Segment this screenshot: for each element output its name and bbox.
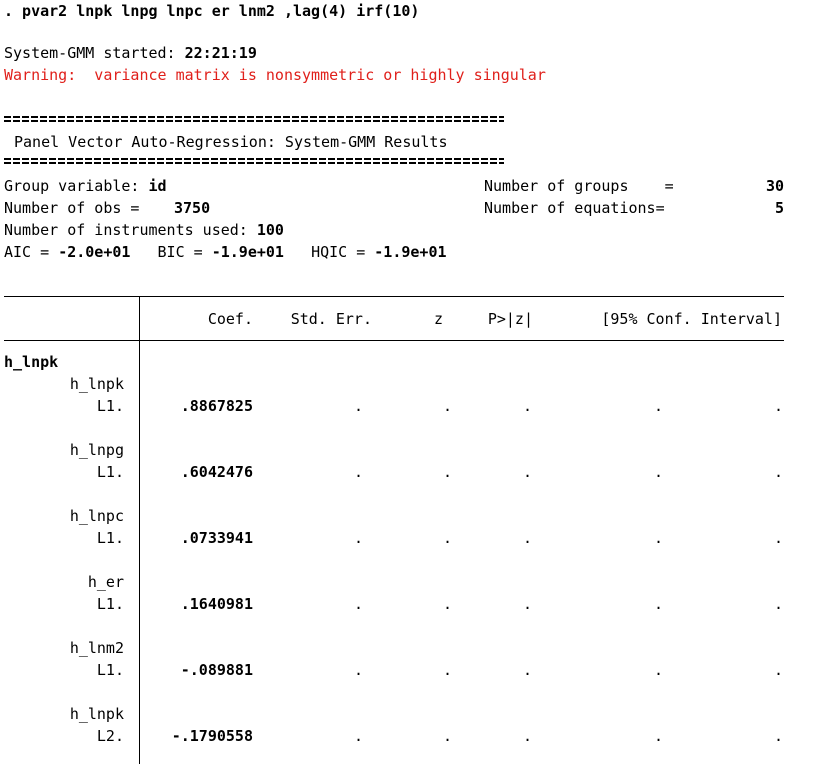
gmm-start-line: System-GMM started: 22:21:19: [4, 44, 257, 62]
group-variable-line: Group variable: id: [4, 177, 167, 195]
instruments-line: Number of instruments used: 100: [4, 221, 284, 239]
started-time: 22:21:19: [184, 44, 257, 62]
info-criteria-line: AIC = -2.0e+01 BIC = -1.9e+01 HQIC = -1.…: [4, 243, 447, 261]
bic-value: -1.9e+01: [211, 243, 284, 261]
row-lag-label: L1.: [96, 463, 124, 481]
ci-lower-value: .: [653, 595, 663, 613]
p-value: .: [522, 463, 532, 481]
coef-value: .0733941: [180, 529, 253, 547]
bic-label: BIC =: [157, 243, 212, 261]
ci-upper-value: .: [773, 529, 783, 547]
ci-lower-value: .: [653, 727, 663, 745]
std-err-value: .: [353, 727, 363, 745]
table-top-rule: [4, 296, 784, 297]
row-variable-label: h_lnpk: [69, 375, 124, 393]
hqic-value: -1.9e+01: [374, 243, 447, 261]
row-variable-label: h_lnpg: [69, 441, 124, 459]
header-std-err: Std. Err.: [290, 310, 372, 328]
num-obs-label: Number of obs =: [4, 199, 140, 217]
p-value: .: [522, 661, 532, 679]
coef-value: .8867825: [180, 397, 253, 415]
z-value: .: [442, 397, 452, 415]
row-variable-label: h_lnm2: [69, 639, 124, 657]
ci-lower-value: .: [653, 661, 663, 679]
instruments-label: Number of instruments used:: [4, 221, 257, 239]
group-variable-value: id: [148, 177, 167, 195]
hqic-label: HQIC =: [311, 243, 375, 261]
row-lag-label: L1.: [96, 595, 124, 613]
row-lag-label: L1.: [96, 661, 124, 679]
ci-upper-value: .: [773, 595, 783, 613]
header-p: P>|z|: [487, 310, 533, 328]
table-header-rule: [4, 340, 784, 341]
bottom-separator-2: [4, 162, 504, 164]
p-value: .: [522, 397, 532, 415]
std-err-value: .: [353, 463, 363, 481]
num-groups-label: Number of groups =: [484, 177, 674, 195]
ci-lower-value: .: [653, 397, 663, 415]
stata-results-window: { "command": ". pvar2 lnpk lnpg lnpc er …: [0, 0, 827, 764]
row-lag-label: L1.: [96, 529, 124, 547]
table-stub-divider: [139, 296, 140, 764]
instruments-value: 100: [256, 221, 284, 239]
results-title: Panel Vector Auto-Regression: System-GMM…: [14, 133, 448, 151]
command-line: . pvar2 lnpk lnpg lnpc er lnm2 ,lag(4) i…: [4, 2, 420, 20]
coef-value: .6042476: [180, 463, 253, 481]
header-z: z: [433, 310, 443, 328]
row-variable-label: h_er: [87, 573, 124, 591]
std-err-value: .: [353, 661, 363, 679]
std-err-value: .: [353, 529, 363, 547]
z-value: .: [442, 661, 452, 679]
equation-label: h_lnpk: [4, 353, 59, 371]
p-value: .: [522, 595, 532, 613]
coef-value: -.089881: [180, 661, 253, 679]
p-value: .: [522, 727, 532, 745]
num-equations-value: 5: [774, 199, 784, 217]
warning-message: Warning: variance matrix is nonsymmetric…: [4, 66, 546, 84]
ci-upper-value: .: [773, 661, 783, 679]
p-value: .: [522, 529, 532, 547]
z-value: .: [442, 727, 452, 745]
header-conf-interval: [95% Conf. Interval]: [601, 310, 782, 328]
top-separator: [4, 116, 504, 118]
z-value: .: [442, 463, 452, 481]
z-value: .: [442, 595, 452, 613]
std-err-value: .: [353, 595, 363, 613]
header-coef: Coef.: [207, 310, 253, 328]
ci-lower-value: .: [653, 463, 663, 481]
num-obs-value: 3750: [174, 199, 211, 217]
coef-value: .1640981: [180, 595, 253, 613]
num-equations-label: Number of equations=: [484, 199, 665, 217]
row-variable-label: h_lnpk: [69, 705, 124, 723]
ci-upper-value: .: [773, 463, 783, 481]
aic-label: AIC =: [4, 243, 59, 261]
bottom-separator: [4, 158, 504, 160]
z-value: .: [442, 529, 452, 547]
group-variable-label: Group variable:: [4, 177, 149, 195]
started-label: System-GMM started:: [4, 44, 185, 62]
ci-upper-value: .: [773, 727, 783, 745]
num-groups-value: 30: [765, 177, 784, 195]
ci-upper-value: .: [773, 397, 783, 415]
aic-value: -2.0e+01: [58, 243, 131, 261]
row-lag-label: L2.: [96, 727, 124, 745]
top-separator-2: [4, 120, 504, 122]
row-lag-label: L1.: [96, 397, 124, 415]
coef-value: -.1790558: [171, 727, 253, 745]
std-err-value: .: [353, 397, 363, 415]
row-variable-label: h_lnpc: [69, 507, 124, 525]
ci-lower-value: .: [653, 529, 663, 547]
